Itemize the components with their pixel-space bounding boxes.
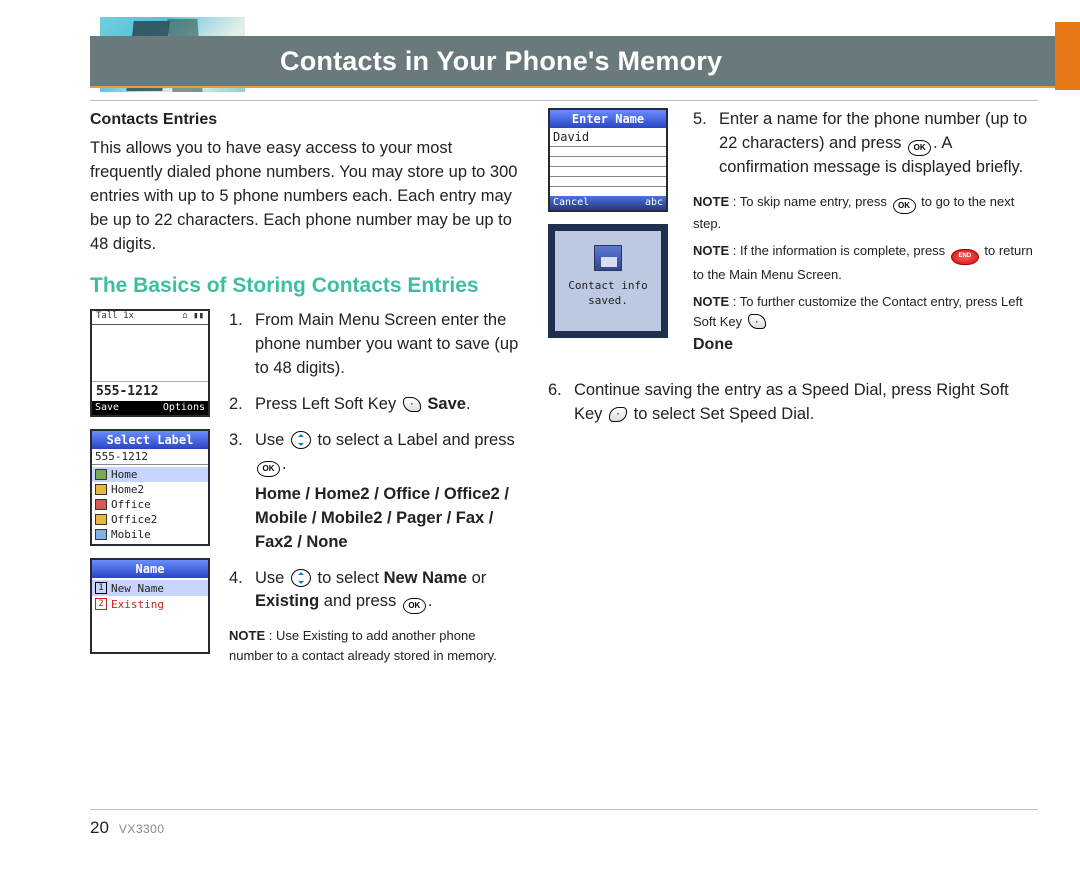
- step-2: 2. Press Left Soft Key Save.: [229, 393, 520, 417]
- nav-key-icon: [291, 569, 311, 587]
- page-number: 20: [90, 818, 109, 837]
- softkey-left: Save: [95, 403, 119, 413]
- label-home2: Home2: [111, 484, 144, 495]
- label-office: Office: [111, 499, 151, 510]
- status-right: ⌂ ▮▮: [182, 312, 204, 323]
- phone-screen-saved: Contact info saved.: [548, 224, 668, 338]
- note-existing: NOTE : Use Existing to add another phone…: [229, 626, 520, 665]
- left-soft-key-icon: [748, 314, 766, 329]
- left-soft-key-icon: [403, 397, 421, 412]
- label-home: Home: [111, 469, 138, 480]
- right-soft-key-icon: [609, 407, 627, 422]
- steps-text: 1. From Main Menu Screen enter the phone…: [229, 309, 520, 673]
- softkey-right: abc: [645, 198, 663, 208]
- phone-illustrations-col: Tall 1x ⌂ ▮▮ 555-1212 Save Options Selec…: [90, 309, 215, 666]
- section-heading: Contacts Entries: [90, 108, 520, 131]
- ok-key-icon: OK: [257, 461, 280, 477]
- ok-key-icon: OK: [908, 140, 931, 156]
- opt-new-name: New Name: [111, 583, 164, 594]
- left-column: Contacts Entries This allows you to have…: [90, 108, 520, 800]
- save-disk-icon: [594, 245, 622, 271]
- top-rule: [90, 100, 1038, 101]
- phone-illustrations-col-right: Enter Name David Cancel abc Contact info…: [548, 108, 673, 338]
- step-1: 1. From Main Menu Screen enter the phone…: [229, 309, 520, 381]
- entered-name: David: [550, 128, 666, 146]
- phone-screen-select-label: Select Label 555-1212 Home Home2 Office …: [90, 429, 210, 546]
- phone-screen-name: Name 1New Name 2Existing: [90, 558, 210, 654]
- screen-title: Enter Name: [550, 110, 666, 128]
- orange-accent-bar: [1055, 22, 1080, 90]
- softkey-right: Options: [163, 403, 205, 413]
- phone-screen-enter-name: Enter Name David Cancel abc: [548, 108, 668, 212]
- note-customize: NOTE : To further customize the Contact …: [693, 292, 1038, 357]
- softkey-left: Cancel: [553, 198, 589, 208]
- right-text: 5. Enter a name for the phone number (up…: [693, 108, 1038, 365]
- ok-key-icon: OK: [893, 198, 916, 214]
- end-key-icon: END: [951, 249, 979, 265]
- screen-title: Name: [92, 560, 208, 578]
- section-intro: This allows you to have easy access to y…: [90, 137, 520, 257]
- ok-key-icon: OK: [403, 598, 426, 614]
- phone-screen-dial: Tall 1x ⌂ ▮▮ 555-1212 Save Options: [90, 309, 210, 417]
- subsection-heading: The Basics of Storing Contacts Entries: [90, 271, 520, 301]
- status-left: Tall 1x: [96, 312, 134, 323]
- nav-key-icon: [291, 431, 311, 449]
- steps-block: Tall 1x ⌂ ▮▮ 555-1212 Save Options Selec…: [90, 309, 520, 673]
- screen-title: Select Label: [92, 431, 208, 449]
- step-5: 5. Enter a name for the phone number (up…: [693, 108, 1038, 180]
- note-complete: NOTE : If the information is complete, p…: [693, 241, 1038, 284]
- bottom-rule: [90, 809, 1038, 810]
- label-mobile: Mobile: [111, 529, 151, 540]
- page-footer: 20 VX3300: [90, 818, 165, 838]
- page-title: Contacts in Your Phone's Memory: [280, 46, 722, 77]
- note-skip: NOTE : To skip name entry, press OK to g…: [693, 192, 1038, 234]
- model-number: VX3300: [119, 822, 165, 836]
- header-bar: Contacts in Your Phone's Memory: [90, 36, 1055, 88]
- step-6: 6. Continue saving the entry as a Speed …: [548, 379, 1038, 427]
- step-4: 4. Use to select New Name or Existing an…: [229, 567, 520, 615]
- opt-existing: Existing: [111, 599, 164, 610]
- label-options: Home / Home2 / Office / Office2 / Mobile…: [255, 483, 520, 555]
- right-column: Enter Name David Cancel abc Contact info…: [548, 108, 1038, 800]
- dialed-number: 555-1212: [92, 381, 208, 401]
- dialed-number: 555-1212: [95, 451, 148, 462]
- step-3: 3. Use to select a Label and press OK. H…: [229, 429, 520, 555]
- label-office2: Office2: [111, 514, 157, 525]
- content: Contacts Entries This allows you to have…: [90, 108, 1038, 800]
